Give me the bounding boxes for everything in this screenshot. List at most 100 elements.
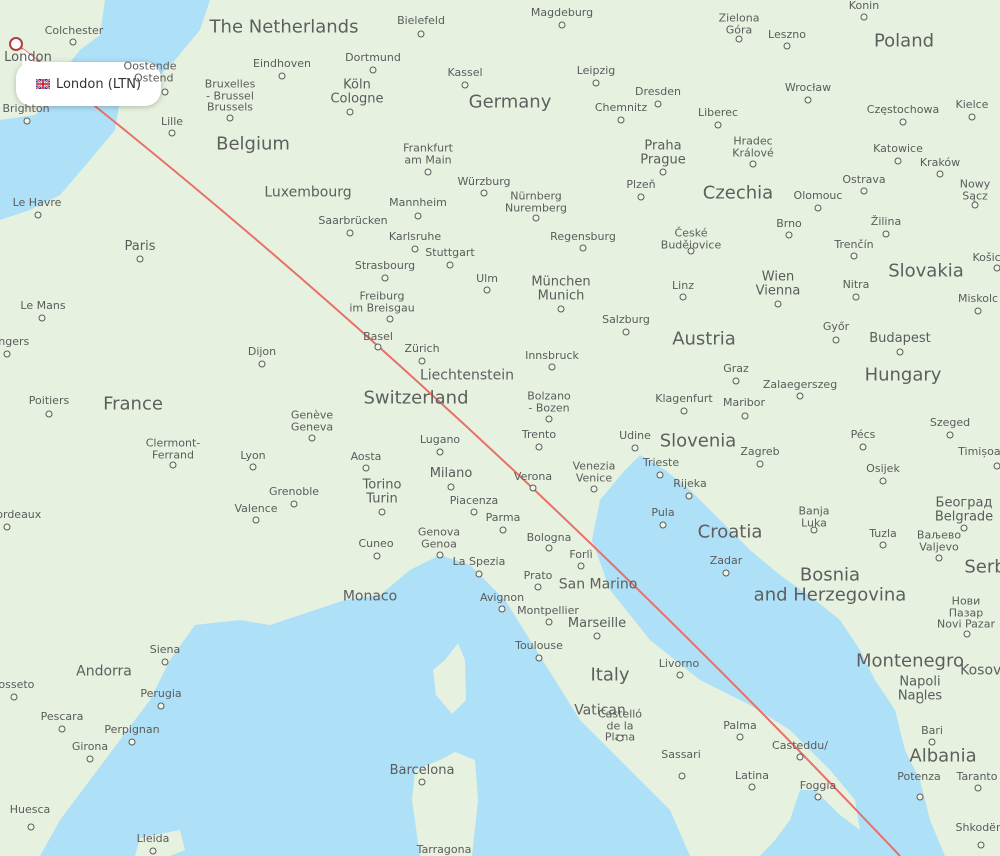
city-label-geneve-geneva: Genève Geneva xyxy=(290,408,334,433)
city-marker-icon xyxy=(732,377,740,385)
city-label-strasbourg: Strasbourg xyxy=(354,259,416,273)
city-marker-icon xyxy=(736,733,744,741)
city-marker-icon xyxy=(936,170,944,178)
city-label-perugia: Perugia xyxy=(140,687,182,701)
city-marker-icon xyxy=(814,793,822,801)
city-marker-icon xyxy=(963,630,971,638)
city-label-verona: Verona xyxy=(513,470,553,484)
city-label-freiburg-im-breisgau: Freiburg im Breisgau xyxy=(349,289,415,314)
city-label-lille: Lille xyxy=(160,115,184,129)
city-label-perpignan: Perpignan xyxy=(104,723,160,737)
city-marker-icon xyxy=(810,526,818,534)
city-marker-icon xyxy=(735,35,743,43)
city-label-sassari: Sassari xyxy=(661,748,701,762)
city-marker-icon xyxy=(161,658,169,666)
city-label-milano: Milano xyxy=(429,466,473,482)
city-marker-icon xyxy=(249,463,257,471)
city-marker-icon xyxy=(678,772,686,780)
city-label-bruxelles-brussel-brussels: Bruxelles - Brussel Brussels xyxy=(204,77,256,114)
city-label-salzburg: Salzburg xyxy=(602,313,650,327)
city-marker-icon xyxy=(592,79,600,87)
city-label-kielce: Kielce xyxy=(955,98,989,112)
city-label-trencin: Trenčín xyxy=(834,238,874,252)
city-label-zielona-gora: Zielona Góra xyxy=(718,11,760,36)
city-marker-icon xyxy=(774,300,782,308)
city-marker-icon xyxy=(418,357,426,365)
country-label-austria: Austria xyxy=(672,328,736,350)
city-marker-icon xyxy=(470,508,478,516)
city-marker-icon xyxy=(535,443,543,451)
city-label-kosice: Košice xyxy=(972,251,1000,265)
city-marker-icon xyxy=(928,738,936,746)
city-label-krakow: Kraków xyxy=(919,156,961,170)
city-marker-icon xyxy=(593,632,601,640)
city-label-osijek: Osijek xyxy=(866,462,900,476)
city-marker-icon xyxy=(741,412,749,420)
city-label-nowy-sacz: Nowy Sącz xyxy=(959,177,991,202)
city-label-la-spezia: La Spezia xyxy=(452,555,506,569)
city-marker-icon xyxy=(417,30,425,38)
city-marker-icon xyxy=(637,193,645,201)
city-marker-icon xyxy=(676,671,684,679)
city-label-basel: Basel xyxy=(363,330,393,344)
city-label-bordeaux: Bordeaux xyxy=(0,508,42,522)
city-marker-icon xyxy=(411,245,419,253)
city-label-toulouse: Toulouse xyxy=(515,639,563,653)
city-label-linz: Linz xyxy=(672,279,694,293)
city-label-poitiers: Poitiers xyxy=(28,394,70,408)
city-marker-icon xyxy=(346,108,354,116)
city-label-konin: Konin xyxy=(848,0,880,13)
city-label-casteddu: Casteddu/ xyxy=(772,739,828,753)
city-marker-icon xyxy=(157,702,165,710)
city-marker-icon xyxy=(535,654,543,662)
city-marker-icon xyxy=(346,229,354,237)
city-marker-icon xyxy=(960,524,968,532)
city-marker-icon xyxy=(436,448,444,456)
city-marker-icon xyxy=(579,244,587,252)
city-marker-icon xyxy=(23,117,31,125)
city-marker-icon xyxy=(308,434,316,442)
city-label-genova-genoa: Genova Genoa xyxy=(417,525,461,550)
city-label-barcelona: Barcelona xyxy=(389,763,455,779)
city-marker-icon xyxy=(461,81,469,89)
city-label-pecs: Pécs xyxy=(850,428,876,442)
corsica xyxy=(433,643,466,714)
city-marker-icon xyxy=(577,562,585,570)
city-label-koln-cologne: Köln Cologne xyxy=(330,77,384,106)
city-marker-icon xyxy=(252,516,260,524)
map-canvas[interactable]: London (LTN) The Netherlands Germany Polan… xyxy=(0,0,1000,856)
city-marker-icon xyxy=(45,410,53,418)
city-label-wien-vienna: Wien Vienna xyxy=(755,269,801,298)
city-label-colchester: Colchester xyxy=(44,24,104,38)
city-label-brighton: Brighton xyxy=(2,102,50,116)
city-label-paris: Paris xyxy=(124,239,156,255)
city-label-budapest: Budapest xyxy=(869,331,931,347)
city-marker-icon xyxy=(532,214,540,222)
city-label-zagreb: Zagreb xyxy=(740,445,780,459)
city-marker-icon xyxy=(749,160,757,168)
city-label-szeged: Szeged xyxy=(929,416,971,430)
city-marker-icon xyxy=(899,118,907,126)
city-marker-icon xyxy=(896,348,904,356)
city-marker-icon xyxy=(796,392,804,400)
city-label-zilina: Žilina xyxy=(870,215,902,229)
city-label-girona: Girona xyxy=(71,740,109,754)
city-label-forli: Forlì xyxy=(569,548,593,562)
city-label-le-havre: Le Havre xyxy=(12,196,62,210)
city-marker-icon xyxy=(475,570,483,578)
city-marker-icon xyxy=(860,13,868,21)
city-label-zurich: Zürich xyxy=(404,342,440,356)
city-marker-icon xyxy=(278,72,286,80)
city-marker-icon xyxy=(654,100,662,108)
country-label-herzegovina: and Herzegovina xyxy=(753,584,907,606)
city-label-dortmund: Dortmund xyxy=(345,51,401,65)
city-marker-icon xyxy=(993,264,1000,272)
city-marker-icon xyxy=(832,336,840,344)
city-marker-icon xyxy=(935,554,943,562)
city-marker-icon xyxy=(894,157,902,165)
city-marker-icon xyxy=(529,484,537,492)
city-marker-icon xyxy=(993,462,1000,470)
city-marker-icon xyxy=(149,847,157,855)
city-marker-icon xyxy=(558,21,566,29)
city-marker-icon xyxy=(69,38,77,46)
